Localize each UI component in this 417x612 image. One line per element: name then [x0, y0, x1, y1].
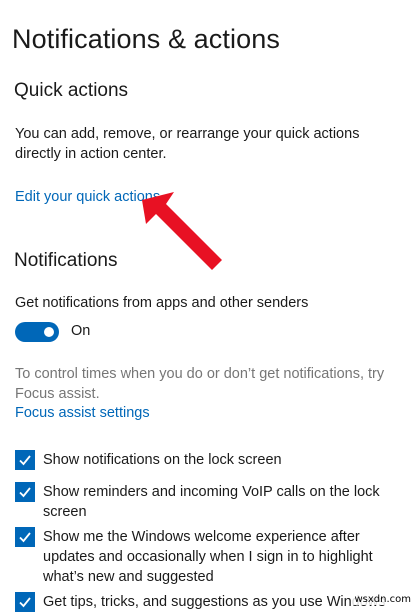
watermark: wsxdn.com	[352, 594, 413, 605]
toggle-state-label: On	[71, 323, 91, 339]
page-title: Notifications & actions	[12, 24, 280, 54]
checkbox-label: Show notifications on the lock screen	[43, 452, 282, 468]
quick-actions-heading: Quick actions	[14, 80, 129, 101]
focus-assist-settings-link[interactable]: Focus assist settings	[15, 405, 150, 421]
checkbox-checked-icon[interactable]	[15, 527, 35, 547]
checkbox-label: Show reminders and incoming VoIP calls o…	[43, 484, 380, 520]
focus-assist-description: To control times when you do or don’t ge…	[15, 366, 385, 402]
checkbox-checked-icon[interactable]	[15, 482, 35, 502]
toggle-knob	[44, 327, 54, 337]
notifications-toggle[interactable]	[15, 322, 59, 342]
checkbox-checked-icon[interactable]	[15, 450, 35, 470]
edit-quick-actions-link[interactable]: Edit your quick actions	[15, 189, 160, 205]
get-notifications-label: Get notifications from apps and other se…	[15, 295, 309, 311]
checkbox-checked-icon[interactable]	[15, 592, 35, 612]
notifications-heading: Notifications	[14, 250, 118, 271]
checkbox-label: Show me the Windows welcome experience a…	[43, 529, 373, 585]
quick-actions-description: You can add, remove, or rearrange your q…	[15, 126, 360, 162]
settings-page: Notifications & actions Quick actions Yo…	[0, 0, 417, 612]
checkbox-label: Get tips, tricks, and suggestions as you…	[43, 594, 386, 610]
red-arrow-icon	[142, 192, 222, 270]
